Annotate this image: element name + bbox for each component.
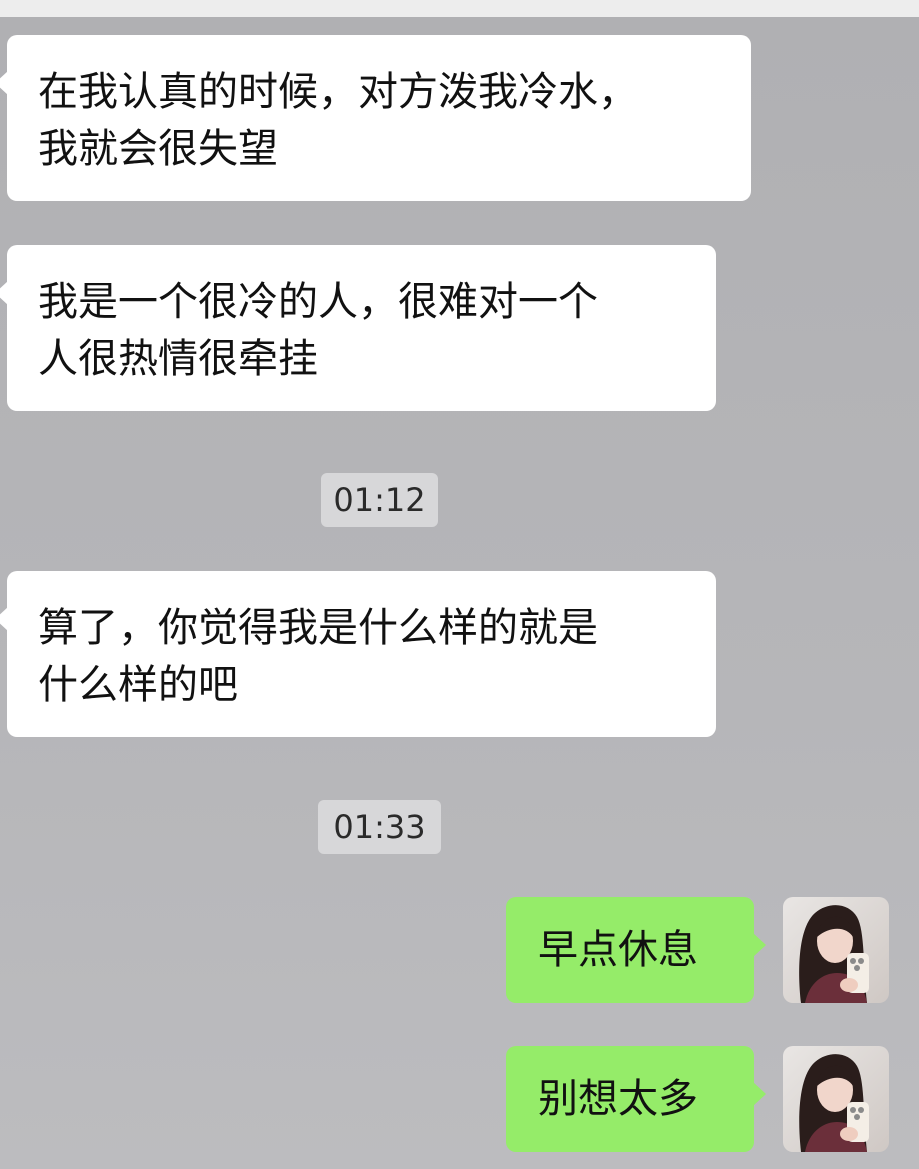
incoming-message-bubble[interactable]: 在我认真的时候，对方泼我冷水， 我就会很失望	[0, 35, 751, 201]
message-timestamp: 01:33	[318, 800, 441, 854]
user-avatar[interactable]	[783, 897, 889, 1003]
message-text-line: 什么样的吧	[38, 662, 238, 708]
message-text: 别想太多	[538, 1076, 698, 1122]
message-timestamp: 01:12	[321, 473, 438, 527]
message-text-line: 人很热情很牵挂	[38, 336, 318, 382]
incoming-message-bubble[interactable]: 我是一个很冷的人，很难对一个 人很热情很牵挂	[0, 245, 716, 411]
outgoing-message-bubble[interactable]: 别想太多	[506, 1046, 766, 1152]
top-bar	[0, 0, 919, 17]
message-text-line: 我就会很失望	[38, 126, 278, 172]
outgoing-message-bubble[interactable]: 早点休息	[506, 897, 766, 1003]
message-text-line: 算了，你觉得我是什么样的就是	[38, 605, 598, 651]
message-text: 早点休息	[538, 927, 698, 973]
avatar-photo-icon	[783, 1046, 889, 1152]
message-text-line: 在我认真的时候，对方泼我冷水，	[38, 69, 638, 115]
message-text-line: 我是一个很冷的人，很难对一个	[38, 279, 598, 325]
incoming-message-bubble[interactable]: 算了，你觉得我是什么样的就是 什么样的吧	[0, 571, 716, 737]
avatar-photo-icon	[783, 897, 889, 1003]
user-avatar[interactable]	[783, 1046, 889, 1152]
